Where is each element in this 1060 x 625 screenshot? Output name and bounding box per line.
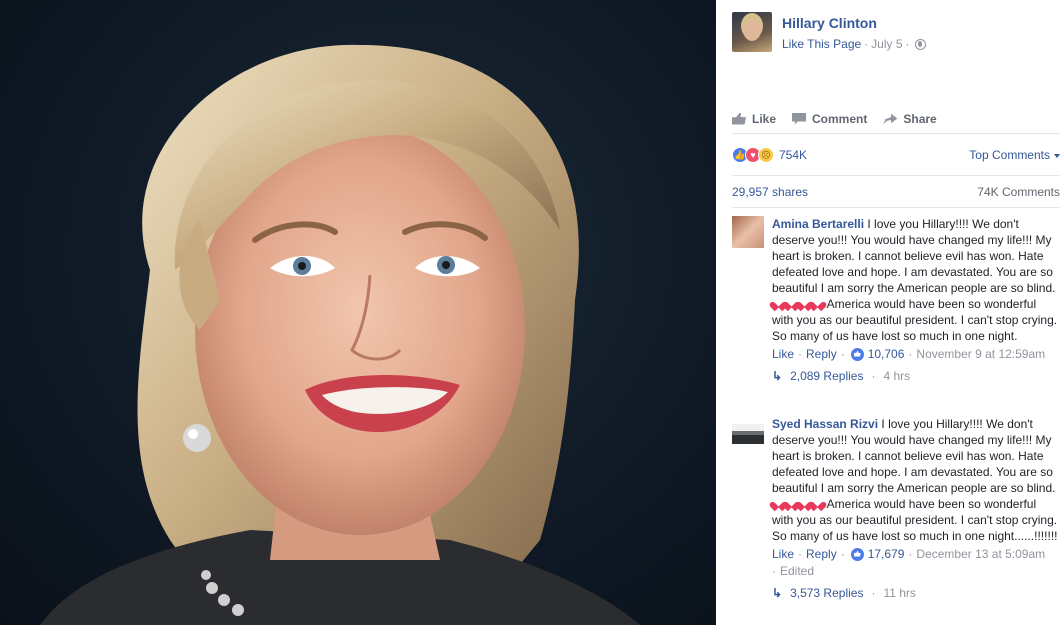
comment-actions: Like · Reply · 10,706 · November 9 at 12…: [772, 347, 1046, 361]
comment-timestamp[interactable]: December 13 at 5:09am: [916, 547, 1045, 561]
comment-like-link[interactable]: Like: [772, 347, 794, 361]
replies-time: 4 hrs: [883, 369, 911, 383]
comment-actions: Like · Reply · 17,679 · December 13 at 5…: [772, 547, 1046, 561]
comment-like-count[interactable]: 10,706: [868, 347, 905, 361]
post-sidebar: Hillary Clinton Like This Page · July 5 …: [716, 0, 1060, 625]
post-actions: Like Comment Share: [732, 104, 1060, 134]
comment-like-link[interactable]: Like: [772, 547, 794, 561]
comment-like-count[interactable]: 17,679: [868, 547, 905, 561]
comments-count[interactable]: 74K Comments: [977, 185, 1060, 199]
edited-label: Edited: [780, 564, 815, 578]
divider: [732, 207, 1060, 208]
page-avatar[interactable]: [732, 12, 772, 52]
thumbs-up-icon: [732, 112, 746, 125]
replies-time: 11 hrs: [883, 586, 916, 600]
post-stats: 29,957 shares 74K Comments: [732, 185, 1060, 199]
comment-item: Syed Hassan Rizvi I love you Hillary!!!!…: [732, 416, 1060, 600]
replies-count[interactable]: 2,089 Replies: [790, 369, 863, 383]
reply-arrow-icon: ↳: [772, 369, 783, 383]
comment-text: Syed Hassan Rizvi I love you Hillary!!!!…: [772, 417, 1058, 543]
reactions-bar: 👍 ♥ ☹ 754K Top Comments: [732, 146, 1060, 164]
comment-reply-link[interactable]: Reply: [806, 547, 837, 561]
post-date[interactable]: July 5: [871, 37, 902, 51]
view-replies[interactable]: ↳ 3,573 Replies · 11 hrs: [772, 586, 1060, 600]
commenter-avatar[interactable]: [732, 424, 764, 444]
broken-heart-icon: [812, 498, 823, 509]
like-page-link[interactable]: Like This Page: [782, 37, 861, 51]
comment-button[interactable]: Comment: [792, 112, 867, 126]
like-reaction-icon: [850, 347, 864, 361]
sad-reaction-icon: ☹: [758, 147, 774, 163]
shares-count[interactable]: 29,957 shares: [732, 185, 808, 199]
reaction-count[interactable]: 754K: [779, 148, 807, 162]
divider: [732, 175, 1060, 176]
reply-arrow-icon: ↳: [772, 586, 783, 600]
commenter-avatar[interactable]: [732, 216, 764, 248]
replies-count[interactable]: 3,573 Replies: [790, 586, 863, 600]
portrait-illustration: [40, 44, 640, 625]
comment-author[interactable]: Amina Bertarelli: [772, 217, 864, 231]
like-reaction-icon: [850, 547, 864, 561]
like-button[interactable]: Like: [732, 112, 776, 126]
page-name[interactable]: Hillary Clinton: [782, 15, 926, 31]
broken-heart-icon: [812, 298, 823, 309]
globe-icon: [914, 38, 926, 50]
comment-item: Amina Bertarelli I love you Hillary!!!! …: [732, 216, 1060, 383]
comment-author[interactable]: Syed Hassan Rizvi: [772, 417, 878, 431]
post-meta: Like This Page · July 5 ·: [782, 37, 926, 51]
reaction-icons[interactable]: 👍 ♥ ☹: [732, 147, 774, 163]
comment-timestamp[interactable]: November 9 at 12:59am: [916, 347, 1045, 361]
comment-icon: [792, 112, 807, 125]
post-header: Hillary Clinton Like This Page · July 5 …: [732, 12, 926, 54]
view-replies[interactable]: ↳ 2,089 Replies · 4 hrs: [772, 369, 1060, 383]
share-button[interactable]: Share: [883, 112, 937, 126]
share-icon: [883, 113, 898, 125]
comment-reply-link[interactable]: Reply: [806, 347, 837, 361]
top-comments-dropdown[interactable]: Top Comments: [969, 148, 1060, 162]
comment-text: Amina Bertarelli I love you Hillary!!!! …: [772, 217, 1058, 343]
post-photo[interactable]: [0, 0, 716, 625]
